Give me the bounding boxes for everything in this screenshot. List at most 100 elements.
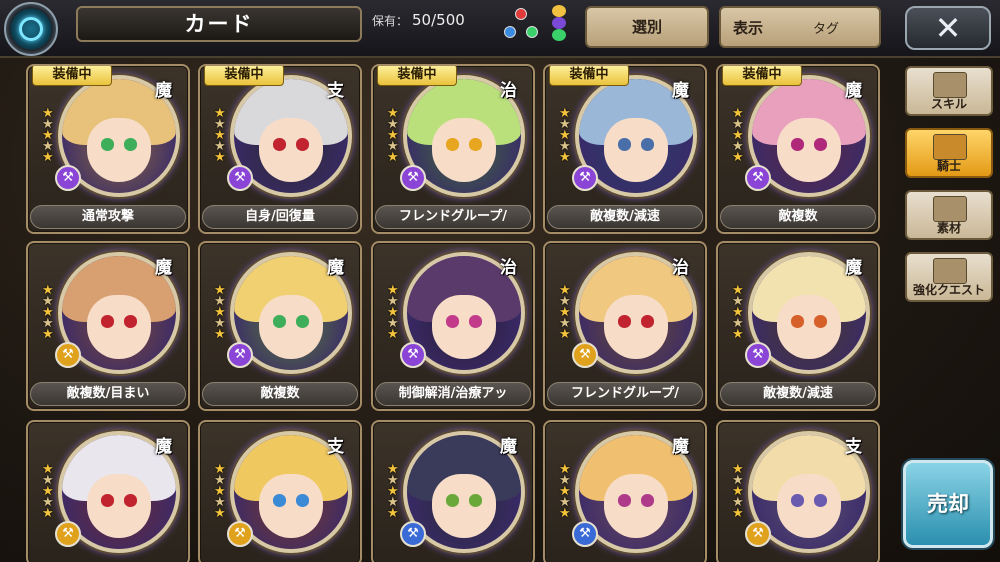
rarity-stars: ★ ★ ★ ★ ★	[42, 463, 64, 521]
knight-card[interactable]: 治 ★ ★ ★ ★ ★ ⚒ フレンドグループ/	[543, 241, 707, 411]
card-type-mark: 魔	[672, 81, 689, 101]
star-icon: ★	[559, 506, 571, 521]
card-type-mark: 魔	[155, 437, 172, 457]
knight-card[interactable]: 魔 ★ ★ ★ ★ ★ ⚒	[371, 420, 535, 562]
card-type-mark: 魔	[327, 258, 344, 278]
card-type-mark: 治	[672, 258, 689, 278]
rarity-stars: ★ ★ ★ ★ ★	[214, 284, 236, 342]
star-icon: ★	[387, 150, 399, 165]
sell-button[interactable]: 売却	[903, 460, 993, 548]
weapon-type-icon: ⚒	[400, 165, 426, 191]
display-value: タグ	[813, 22, 840, 37]
knight-card[interactable]: 魔 ★ ★ ★ ★ ★ ⚒	[543, 420, 707, 562]
weapon-type-icon: ⚒	[55, 165, 81, 191]
side-tab-skill[interactable]: スキル	[905, 66, 993, 116]
weapon-type-icon: ⚒	[55, 521, 81, 547]
weapon-type-icon: ⚒	[745, 521, 771, 547]
rarity-stars: ★ ★ ★ ★ ★	[559, 107, 581, 165]
knight-card[interactable]: 魔 ★ ★ ★ ★ ★ ⚒ 敵複数/目まい	[26, 241, 190, 411]
display-mode-button[interactable]: 表示 タグ	[719, 6, 881, 48]
rarity-stars: ★ ★ ★ ★ ★	[387, 463, 409, 521]
card-type-mark: 魔	[155, 258, 172, 278]
weapon-type-icon: ⚒	[400, 342, 426, 368]
weapon-type-icon: ⚒	[572, 165, 598, 191]
knight-card[interactable]: 治 ★ ★ ★ ★ ★ ⚒ 制御解消/治療アッ	[371, 241, 535, 411]
star-icon: ★	[732, 506, 744, 521]
star-icon: ★	[214, 327, 226, 342]
rarity-stars: ★ ★ ★ ★ ★	[214, 463, 236, 521]
knight-card[interactable]: 魔 ★ ★ ★ ★ ★ ⚒	[26, 420, 190, 562]
knight-card[interactable]: 支 ★ ★ ★ ★ ★ ⚒	[198, 420, 362, 562]
element-gems-icon	[500, 4, 542, 44]
knight-card[interactable]: 装備中魔 ★ ★ ★ ★ ★ ⚒ 通常攻撃	[26, 64, 190, 234]
star-icon: ★	[42, 327, 54, 342]
skill-tag-label: 敵複数/目まい	[30, 382, 186, 406]
rarity-stars: ★ ★ ★ ★ ★	[732, 284, 754, 342]
side-tab-enhance-quest[interactable]: 強化クエスト	[905, 252, 993, 302]
skill-tag-label: 敵複数/減速	[720, 382, 876, 406]
rarity-stars: ★ ★ ★ ★ ★	[214, 107, 236, 165]
star-icon: ★	[214, 150, 226, 165]
card-holding-count: 保有： 50/500	[372, 11, 465, 29]
knight-card[interactable]: 支 ★ ★ ★ ★ ★ ⚒	[716, 420, 880, 562]
weapon-type-icon: ⚒	[745, 165, 771, 191]
back-ring-icon	[19, 17, 43, 41]
equipped-badge: 装備中	[549, 66, 629, 86]
skill-tag-label: 制御解消/治療アッ	[375, 382, 531, 406]
equipped-badge: 装備中	[32, 66, 112, 86]
skill-tag-label: 敵複数/減速	[547, 205, 703, 229]
knight-card[interactable]: 装備中魔 ★ ★ ★ ★ ★ ⚒ 敵複数/減速	[543, 64, 707, 234]
side-tab-knight[interactable]: 騎士	[905, 128, 993, 178]
equipped-badge: 装備中	[204, 66, 284, 86]
star-icon: ★	[732, 150, 744, 165]
card-type-mark: 魔	[155, 81, 172, 101]
card-type-mark: 魔	[845, 81, 862, 101]
rarity-stars: ★ ★ ★ ★ ★	[559, 463, 581, 521]
display-label: 表示	[733, 19, 764, 37]
holding-label: 保有：	[372, 14, 409, 28]
equipped-badge: 装備中	[722, 66, 802, 86]
star-icon: ★	[559, 150, 571, 165]
knight-card[interactable]: 魔 ★ ★ ★ ★ ★ ⚒ 敵複数/減速	[716, 241, 880, 411]
star-icon: ★	[214, 506, 226, 521]
weapon-type-icon: ⚒	[745, 342, 771, 368]
equipped-badge: 装備中	[377, 66, 457, 86]
skill-tag-label: 敵複数	[720, 205, 876, 229]
skill-tag-label: 敵複数	[202, 382, 358, 406]
star-icon: ★	[42, 150, 54, 165]
side-tab-material[interactable]: 素材	[905, 190, 993, 240]
rarity-stars: ★ ★ ★ ★ ★	[387, 107, 409, 165]
star-icon: ★	[42, 506, 54, 521]
close-button[interactable]: ✕	[905, 6, 991, 50]
knight-card[interactable]: 装備中魔 ★ ★ ★ ★ ★ ⚒ 敵複数	[716, 64, 880, 234]
sort-select-button[interactable]: 選別	[585, 6, 709, 48]
rarity-stars: ★ ★ ★ ★ ★	[42, 107, 64, 165]
holding-value: 50/500	[412, 11, 465, 29]
card-type-mark: 支	[327, 81, 344, 101]
weapon-type-icon: ⚒	[227, 521, 253, 547]
knight-card[interactable]: 魔 ★ ★ ★ ★ ★ ⚒ 敵複数	[198, 241, 362, 411]
card-type-mark: 治	[500, 258, 517, 278]
side-tab-label: 強化クエスト	[912, 283, 985, 297]
rarity-stars: ★ ★ ★ ★ ★	[732, 107, 754, 165]
star-icon: ★	[732, 327, 744, 342]
skill-tag-label: 自身/回復量	[202, 205, 358, 229]
back-button[interactable]	[4, 2, 58, 56]
star-icon: ★	[387, 327, 399, 342]
weapon-type-icon: ⚒	[572, 521, 598, 547]
knight-card[interactable]: 装備中支 ★ ★ ★ ★ ★ ⚒ 自身/回復量	[198, 64, 362, 234]
potion-stack-icon	[548, 3, 570, 43]
weapon-type-icon: ⚒	[55, 342, 81, 368]
side-tab-label: 素材	[936, 221, 961, 235]
skill-tag-label: 通常攻撃	[30, 205, 186, 229]
knight-card[interactable]: 装備中治 ★ ★ ★ ★ ★ ⚒ フレンドグループ/	[371, 64, 535, 234]
weapon-type-icon: ⚒	[572, 342, 598, 368]
star-icon: ★	[559, 327, 571, 342]
card-type-mark: 支	[327, 437, 344, 457]
card-type-mark: 支	[845, 437, 862, 457]
weapon-type-icon: ⚒	[227, 342, 253, 368]
card-type-mark: 治	[500, 81, 517, 101]
card-type-mark: 魔	[672, 437, 689, 457]
side-tab-label: 騎士	[936, 159, 961, 173]
star-icon: ★	[387, 506, 399, 521]
